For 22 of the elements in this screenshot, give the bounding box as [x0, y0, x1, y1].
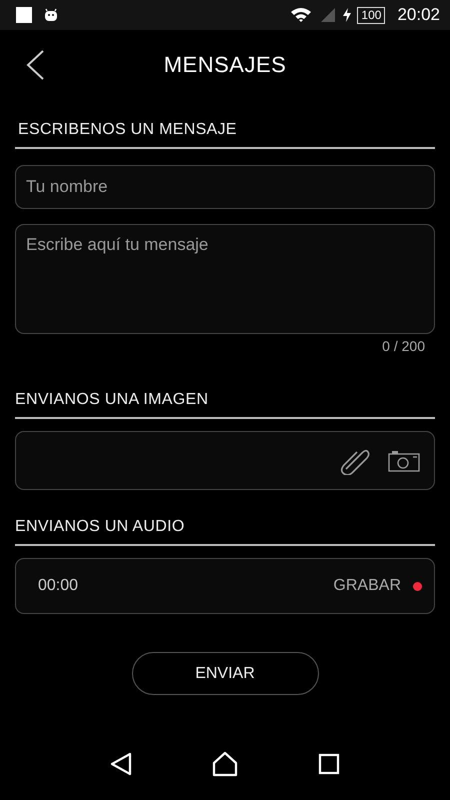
section-heading: ENVIANOS UN AUDIO [15, 518, 435, 546]
message-field[interactable]: Escribe aquí tu mensaje [15, 224, 435, 334]
image-attach-field[interactable] [15, 431, 435, 490]
camera-icon[interactable] [388, 450, 420, 472]
character-counter: 0 / 200 [381, 338, 426, 354]
home-icon[interactable] [212, 751, 238, 777]
section-heading: ESCRIBENOS UN MENSAJE [15, 121, 435, 149]
record-button[interactable]: GRABAR [333, 577, 422, 595]
wifi-icon [289, 6, 314, 24]
signal-icon [319, 6, 338, 24]
clock-time: 20:02 [397, 5, 440, 25]
android-icon [44, 8, 58, 22]
charging-icon [343, 8, 352, 22]
send-button[interactable]: ENVIAR [132, 652, 318, 695]
battery-level: 100 [357, 6, 386, 24]
notification-icon [16, 7, 32, 23]
name-field[interactable]: Tu nombre [15, 165, 435, 209]
section-heading: ENVIANOS UNA IMAGEN [15, 391, 435, 419]
recording-time: 00:00 [38, 577, 78, 595]
back-icon[interactable] [25, 49, 45, 81]
page-title: MENSAJES [164, 52, 286, 78]
recent-apps-icon[interactable] [318, 753, 340, 775]
